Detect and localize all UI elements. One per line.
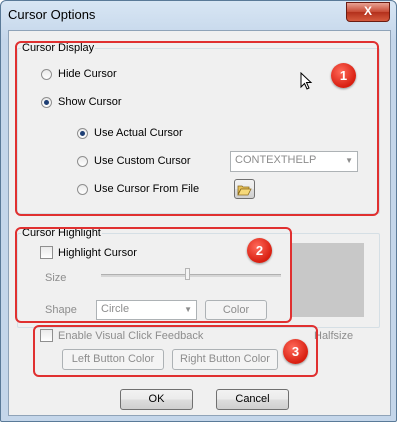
dialog-client-area: Cursor Display Hide Cursor Show Cursor U… [8, 30, 391, 416]
annotation-box-3 [33, 325, 318, 377]
annotation-badge-3: 3 [283, 339, 308, 364]
dialog-window: Cursor Options X Cursor Display Hide Cur… [0, 0, 397, 422]
close-button[interactable]: X [346, 2, 390, 22]
cancel-button[interactable]: Cancel [216, 389, 289, 410]
annotation-badge-2: 2 [247, 238, 272, 263]
annotation-badge-1: 1 [331, 63, 356, 88]
halfsize-label: Halfsize [314, 330, 354, 342]
annotation-box-1 [15, 41, 379, 216]
window-title: Cursor Options [8, 7, 96, 22]
highlight-preview [290, 243, 364, 317]
ok-button[interactable]: OK [120, 389, 193, 410]
title-bar: Cursor Options X [1, 1, 396, 29]
